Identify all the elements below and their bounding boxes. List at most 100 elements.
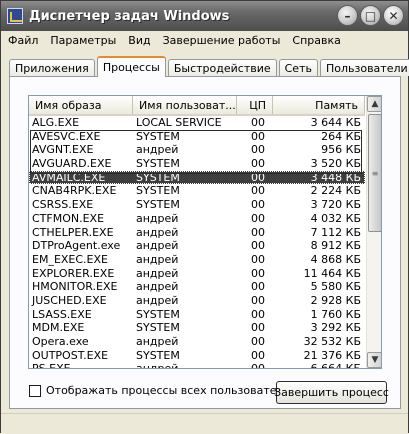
process-image-name: CNAB4RPK.EXE — [32, 184, 117, 198]
tab-processes[interactable]: Процессы — [96, 56, 166, 77]
tab-strip: Приложения Процессы Быстродействие Сеть … — [9, 56, 409, 77]
process-user-name: LOCAL SERVICE — [136, 116, 222, 129]
process-user-name: SYSTEM — [136, 129, 180, 143]
process-image-name: ALG.EXE — [32, 116, 80, 129]
minimize-button[interactable]: – — [337, 5, 358, 26]
table-row[interactable]: LSASS.EXE SYSTEM 00 1 760 КБ — [29, 308, 365, 322]
process-cpu: 00 — [251, 129, 265, 143]
process-cpu: 00 — [251, 184, 265, 198]
close-icon: ✕ — [388, 8, 399, 23]
scroll-thumb[interactable]: ≡ — [368, 114, 381, 232]
show-all-processes-option[interactable]: Отображать процессы всех пользователей — [29, 384, 297, 397]
column-cpu[interactable]: ЦП — [237, 96, 273, 114]
process-cpu: 00 — [251, 307, 265, 321]
process-cpu: 00 — [251, 321, 265, 335]
table-row[interactable]: CTHELPER.EXE андрей 00 7 112 КБ — [29, 226, 365, 240]
tab-networking[interactable]: Сеть — [278, 59, 318, 76]
table-row[interactable]: AVESVC.EXE SYSTEM 00 264 КБ — [29, 130, 365, 144]
process-user-name: SYSTEM — [136, 321, 180, 335]
process-memory: 3 644 КБ — [310, 116, 361, 129]
process-memory: 3 520 КБ — [310, 157, 361, 171]
menu-options[interactable]: Параметры — [44, 34, 122, 47]
process-cpu: 00 — [251, 335, 265, 348]
process-user-name: андрей — [136, 362, 179, 369]
process-image-name: EXPLORER.EXE — [32, 266, 115, 280]
scroll-down-button[interactable]: ▼ — [367, 352, 381, 368]
process-user-name: андрей — [136, 280, 179, 294]
process-user-name: SYSTEM — [136, 157, 180, 171]
show-all-processes-label: Отображать процессы всех пользователей — [46, 384, 298, 397]
process-image-name: JUSCHED.EXE — [32, 293, 107, 307]
process-memory: 2 928 КБ — [310, 293, 361, 307]
close-button[interactable]: ✕ — [383, 5, 404, 26]
window-title: Диспетчер задач Windows — [29, 8, 230, 24]
process-image-name: CTFMON.EXE — [32, 211, 105, 225]
process-image-name: MDM.EXE — [32, 321, 85, 335]
process-list[interactable]: Имя образа Имя пользоват... ЦП Память AL… — [28, 95, 382, 369]
table-row[interactable]: CSRSS.EXE SYSTEM 00 3 720 КБ — [29, 198, 365, 212]
process-user-name: SYSTEM — [136, 348, 180, 362]
status-bar — [1, 413, 408, 434]
process-cpu: 00 — [251, 157, 265, 171]
chevron-up-icon: ▲ — [371, 99, 379, 109]
process-user-name: андрей — [136, 252, 179, 266]
process-user-name: андрей — [136, 335, 179, 348]
process-user-name: SYSTEM — [136, 170, 180, 184]
menu-help[interactable]: Справка — [286, 34, 346, 47]
title-bar[interactable]: Диспетчер задач Windows – □ ✕ — [1, 1, 408, 31]
tab-applications[interactable]: Приложения — [9, 59, 95, 76]
process-rows: ALG.EXE LOCAL SERVICE 00 3 644 КБ AVESVC.EXE… — [29, 116, 365, 369]
process-user-name: андрей — [136, 266, 179, 280]
table-row[interactable]: ALG.EXE LOCAL SERVICE 00 3 644 КБ — [29, 116, 365, 130]
tab-performance[interactable]: Быстродействие — [167, 59, 277, 76]
process-image-name: Opera.exe — [32, 335, 89, 348]
process-cpu: 00 — [251, 239, 265, 253]
menu-bar: Файл Параметры Вид Завершение работы Спр… — [2, 31, 407, 49]
table-row[interactable]: CNAB4RPK.EXE SYSTEM 00 2 224 КБ — [29, 184, 365, 198]
process-memory: 5 580 КБ — [310, 280, 361, 294]
end-process-button[interactable]: Завершить процесс — [274, 381, 389, 404]
table-row[interactable]: DTProAgent.exe андрей 00 8 912 КБ — [29, 239, 365, 253]
table-row[interactable]: CTFMON.EXE андрей 00 4 032 КБ — [29, 212, 365, 226]
process-image-name: CTHELPER.EXE — [32, 225, 114, 239]
table-row[interactable]: EM_EXEC.EXE андрей 00 4 868 КБ — [29, 253, 365, 267]
process-image-name: DTProAgent.exe — [32, 239, 121, 253]
table-row[interactable]: MDM.EXE SYSTEM 00 3 292 КБ — [29, 321, 365, 335]
menu-shutdown[interactable]: Завершение работы — [157, 34, 287, 47]
column-image-name[interactable]: Имя образа — [29, 96, 133, 114]
column-user-name[interactable]: Имя пользоват... — [133, 96, 237, 114]
processes-panel: Имя образа Имя пользоват... ЦП Память AL… — [9, 76, 401, 409]
table-row[interactable]: Opera.exe андрей 00 32 532 КБ — [29, 335, 365, 349]
menu-view[interactable]: Вид — [122, 34, 156, 47]
chevron-down-icon: ▼ — [371, 355, 379, 365]
process-memory: 3 292 КБ — [310, 321, 361, 335]
process-memory: 21 376 КБ — [303, 348, 361, 362]
table-row[interactable]: OUTPOST.EXE SYSTEM 00 21 376 КБ — [29, 349, 365, 363]
process-cpu: 00 — [251, 170, 265, 184]
process-cpu: 00 — [251, 198, 265, 212]
table-row[interactable]: AVMAILC.EXE SYSTEM 00 3 448 КБ — [29, 170, 365, 185]
table-row[interactable]: PS.EXE андрей 00 6 664 КБ — [29, 362, 365, 369]
table-row[interactable]: HMONITOR.EXE андрей 00 5 580 КБ — [29, 280, 365, 294]
process-image-name: HMONITOR.EXE — [32, 280, 118, 294]
tab-users[interactable]: Пользователи — [319, 59, 409, 76]
process-user-name: SYSTEM — [136, 184, 180, 198]
vertical-scrollbar[interactable]: ▲ ≡ ▼ — [366, 96, 381, 368]
process-image-name: AVMAILC.EXE — [32, 170, 106, 184]
table-row[interactable]: EXPLORER.EXE андрей 00 11 464 КБ — [29, 267, 365, 281]
column-memory[interactable]: Память — [273, 96, 365, 114]
maximize-button[interactable]: □ — [360, 5, 381, 26]
table-row[interactable]: JUSCHED.EXE андрей 00 2 928 КБ — [29, 294, 365, 308]
process-image-name: AVGNT.EXE — [32, 143, 94, 157]
process-memory: 264 КБ — [321, 129, 361, 143]
process-user-name: андрей — [136, 293, 179, 307]
maximize-icon: □ — [364, 8, 377, 23]
scroll-up-button[interactable]: ▲ — [367, 96, 381, 112]
show-all-processes-checkbox[interactable] — [29, 384, 41, 397]
process-user-name: андрей — [136, 211, 179, 225]
table-row[interactable]: AVGNT.EXE андрей 00 956 КБ — [29, 143, 365, 157]
menu-file[interactable]: Файл — [2, 34, 44, 47]
table-row[interactable]: AVGUARD.EXE SYSTEM 00 3 520 КБ — [29, 157, 365, 171]
process-memory: 956 КБ — [321, 143, 361, 157]
process-memory: 4 868 КБ — [310, 252, 361, 266]
